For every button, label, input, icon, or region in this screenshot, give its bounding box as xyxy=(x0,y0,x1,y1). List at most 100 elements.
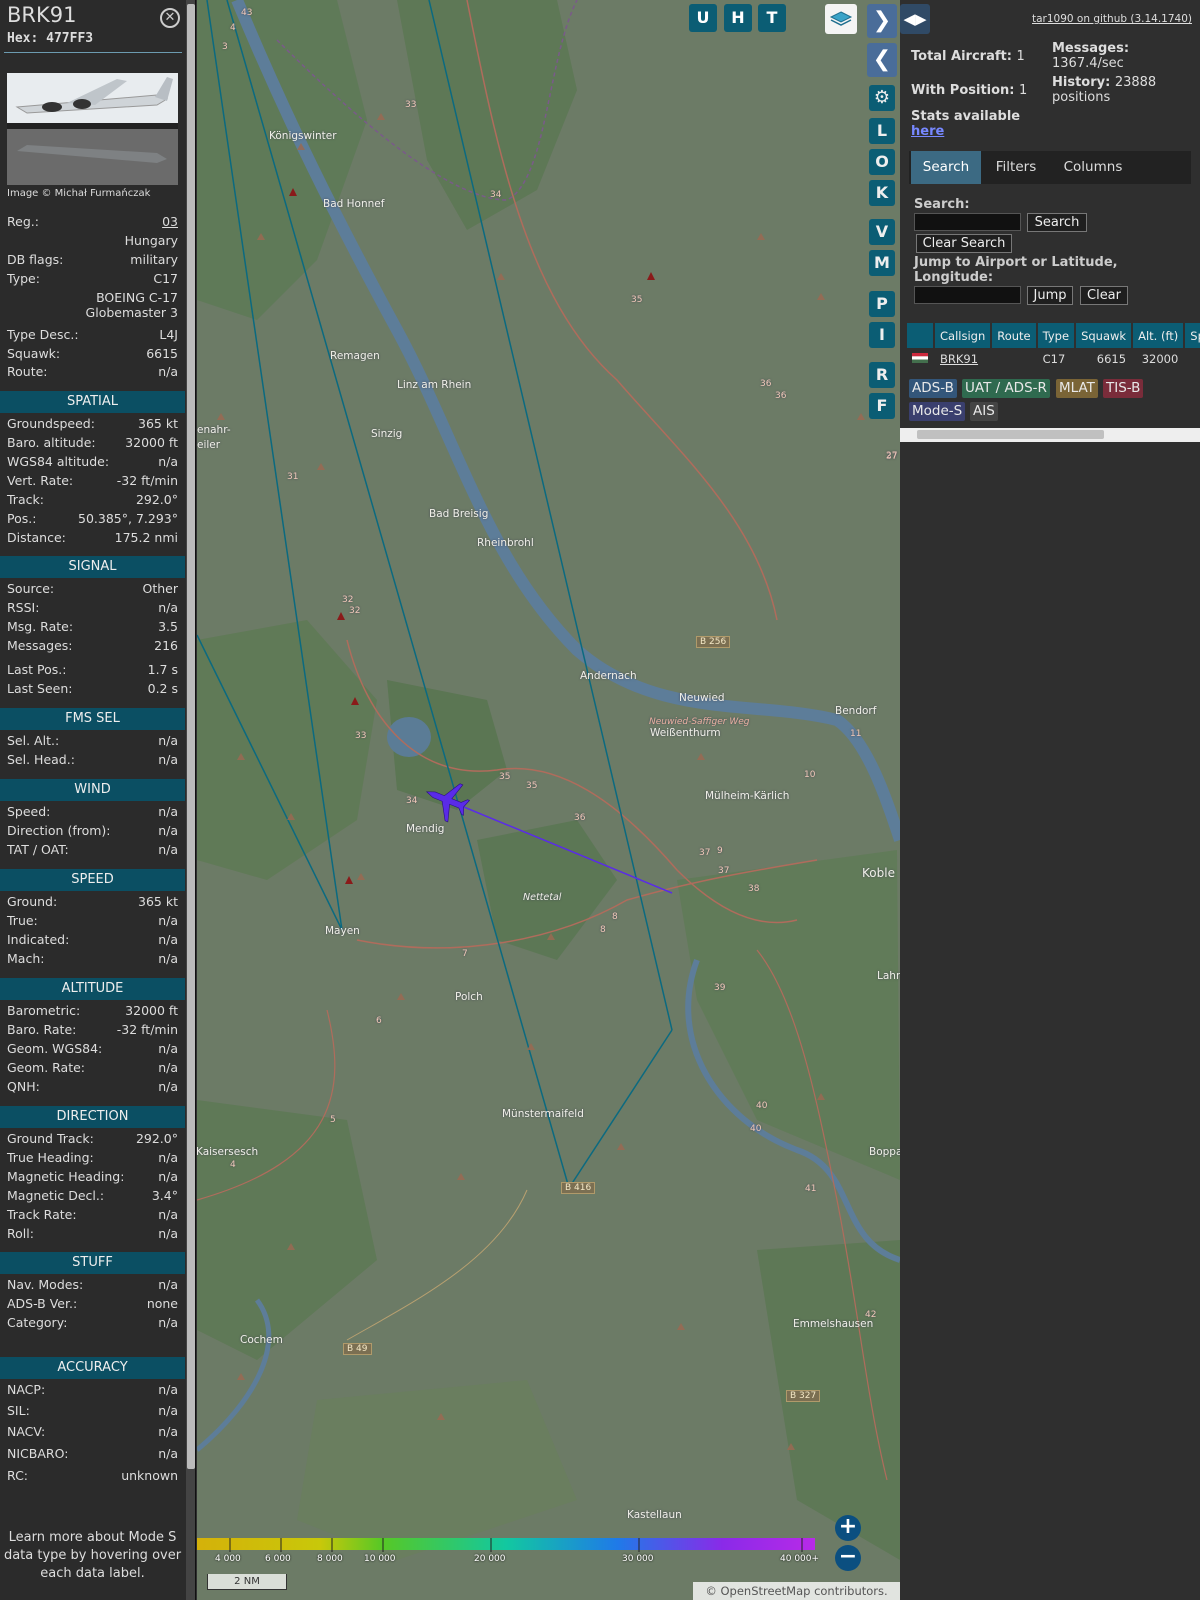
map-button-k[interactable]: K xyxy=(869,180,895,206)
map-button-f[interactable]: F xyxy=(869,393,895,419)
wind-label[interactable]: TAT / OAT: xyxy=(7,842,69,857)
map-button-i[interactable]: I xyxy=(869,322,895,348)
signal-label[interactable]: RSSI: xyxy=(7,600,39,615)
toggle-h-button[interactable]: H xyxy=(724,4,752,32)
column-header-flag[interactable] xyxy=(907,323,935,348)
direction-label[interactable]: Roll: xyxy=(7,1226,34,1241)
route-number: 6 xyxy=(376,1016,382,1026)
source-badge-ais[interactable]: AIS xyxy=(970,402,998,421)
speed-label[interactable]: Indicated: xyxy=(7,932,69,947)
spatial-label[interactable]: WGS84 altitude: xyxy=(7,454,109,469)
route-number: 9 xyxy=(717,846,723,856)
accuracy-label[interactable]: NACP: xyxy=(7,1382,45,1397)
toggle-t-button[interactable]: T xyxy=(758,4,786,32)
github-link[interactable]: tar1090 on github (3.14.1740) xyxy=(1032,13,1192,25)
column-header-type[interactable]: Type xyxy=(1036,323,1077,348)
altitude-label[interactable]: Geom. Rate: xyxy=(7,1060,85,1075)
clear-search-button[interactable]: Clear Search xyxy=(916,234,1012,253)
tab-search[interactable]: Search xyxy=(911,151,981,184)
wind-label[interactable]: Speed: xyxy=(7,804,50,819)
map-button-m[interactable]: M xyxy=(869,250,895,276)
altitude-label[interactable]: Baro. Rate: xyxy=(7,1022,76,1037)
search-label: Search: xyxy=(914,197,970,212)
spatial-label[interactable]: Baro. altitude: xyxy=(7,435,96,450)
stats-link[interactable]: here xyxy=(911,124,944,139)
zoom-in-button[interactable]: + xyxy=(835,1515,861,1541)
spatial-label[interactable]: Pos.: xyxy=(7,511,36,526)
table-row[interactable]: BRK91 C17 6615 32000 xyxy=(907,348,1200,370)
fms-label[interactable]: Sel. Head.: xyxy=(7,752,75,767)
direction-label[interactable]: Ground Track: xyxy=(7,1131,94,1146)
map-button-o[interactable]: O xyxy=(869,149,895,175)
map-button-p[interactable]: P xyxy=(869,291,895,317)
expand-panel-button[interactable]: ❯ xyxy=(867,4,897,38)
zoom-out-button[interactable]: − xyxy=(835,1545,861,1571)
cell-callsign[interactable]: BRK91 xyxy=(934,348,993,370)
accuracy-label[interactable]: SIL: xyxy=(7,1403,30,1418)
wind-label[interactable]: Direction (from): xyxy=(7,823,111,838)
search-button[interactable]: Search xyxy=(1027,213,1087,232)
map-button-l[interactable]: L xyxy=(869,118,895,144)
toggle-u-button[interactable]: U xyxy=(689,4,717,32)
tab-filters[interactable]: Filters xyxy=(981,151,1051,184)
table-horizontal-scrollbar[interactable] xyxy=(900,428,1200,442)
direction-label[interactable]: Magnetic Heading: xyxy=(7,1169,124,1184)
accuracy-label[interactable]: NACV: xyxy=(7,1424,45,1439)
jump-input[interactable] xyxy=(914,286,1021,304)
map-button-v[interactable]: V xyxy=(869,219,895,245)
column-header-altitude[interactable]: Alt. (ft) xyxy=(1132,323,1186,348)
speed-label[interactable]: Mach: xyxy=(7,951,44,966)
signal-label[interactable]: Source: xyxy=(7,581,54,596)
altitude-label[interactable]: QNH: xyxy=(7,1079,40,1094)
map-button-r[interactable]: R xyxy=(869,362,895,388)
source-badge-ads-b[interactable]: ADS-B xyxy=(909,379,957,398)
close-icon[interactable]: ✕ xyxy=(160,8,180,28)
signal-label[interactable]: Messages: xyxy=(7,638,73,653)
column-header-route[interactable]: Route xyxy=(991,323,1038,348)
source-badge-uat-ads-r[interactable]: UAT / ADS-R xyxy=(962,379,1050,398)
accuracy-label[interactable]: NICBARO: xyxy=(7,1446,68,1461)
speed-label[interactable]: True: xyxy=(7,913,38,928)
column-header-callsign[interactable]: Callsign xyxy=(934,323,993,348)
scrollbar-thumb[interactable] xyxy=(187,4,195,1469)
source-badge-tis-b[interactable]: TIS-B xyxy=(1103,379,1144,398)
direction-label[interactable]: True Heading: xyxy=(7,1150,94,1165)
signal-label[interactable]: Last Pos.: xyxy=(7,662,66,677)
direction-label[interactable]: Track Rate: xyxy=(7,1207,77,1222)
accuracy-label[interactable]: RC: xyxy=(7,1468,28,1483)
stuff-label[interactable]: Nav. Modes: xyxy=(7,1277,83,1292)
map-view[interactable]: Königswinter Bad Honnef Remagen Linz am … xyxy=(197,0,900,1600)
altitude-label[interactable]: Barometric: xyxy=(7,1003,80,1018)
layers-button[interactable] xyxy=(825,4,857,34)
map-attribution[interactable]: © OpenStreetMap contributors. xyxy=(693,1582,900,1600)
column-header-speed[interactable]: Spd. xyxy=(1184,323,1200,348)
scrollbar-thumb[interactable] xyxy=(917,430,1104,439)
spatial-label[interactable]: Groundspeed: xyxy=(7,416,95,431)
hex-value: 477FF3 xyxy=(46,31,94,46)
aircraft-photo[interactable] xyxy=(7,73,178,185)
clear-button[interactable]: Clear xyxy=(1080,286,1128,305)
spatial-label[interactable]: Vert. Rate: xyxy=(7,473,73,488)
info-scrollbar[interactable] xyxy=(186,0,195,1600)
route-number: 4 xyxy=(230,23,236,33)
source-badge-mlat[interactable]: MLAT xyxy=(1056,379,1098,398)
fms-label[interactable]: Sel. Alt.: xyxy=(7,733,59,748)
direction-label[interactable]: Magnetic Decl.: xyxy=(7,1188,104,1203)
speed-label[interactable]: Ground: xyxy=(7,894,57,909)
signal-label[interactable]: Msg. Rate: xyxy=(7,619,73,634)
stuff-label[interactable]: Category: xyxy=(7,1315,67,1330)
toggle-sidebar-button[interactable]: ◀▶ xyxy=(900,4,930,34)
settings-button[interactable]: ⚙ xyxy=(869,85,895,111)
search-input[interactable] xyxy=(914,213,1021,231)
spatial-label[interactable]: Distance: xyxy=(7,530,66,545)
source-badge-mode-s[interactable]: Mode-S xyxy=(909,402,966,421)
spatial-label[interactable]: Track: xyxy=(7,492,44,507)
tab-columns[interactable]: Columns xyxy=(1051,151,1135,184)
altitude-label[interactable]: Geom. WGS84: xyxy=(7,1041,102,1056)
registration-link[interactable]: 03 xyxy=(162,214,178,229)
stuff-label[interactable]: ADS-B Ver.: xyxy=(7,1296,77,1311)
jump-button[interactable]: Jump xyxy=(1027,286,1073,305)
signal-label[interactable]: Last Seen: xyxy=(7,681,72,696)
column-header-squawk[interactable]: Squawk xyxy=(1075,323,1134,348)
collapse-panel-button[interactable]: ❮ xyxy=(867,43,897,77)
